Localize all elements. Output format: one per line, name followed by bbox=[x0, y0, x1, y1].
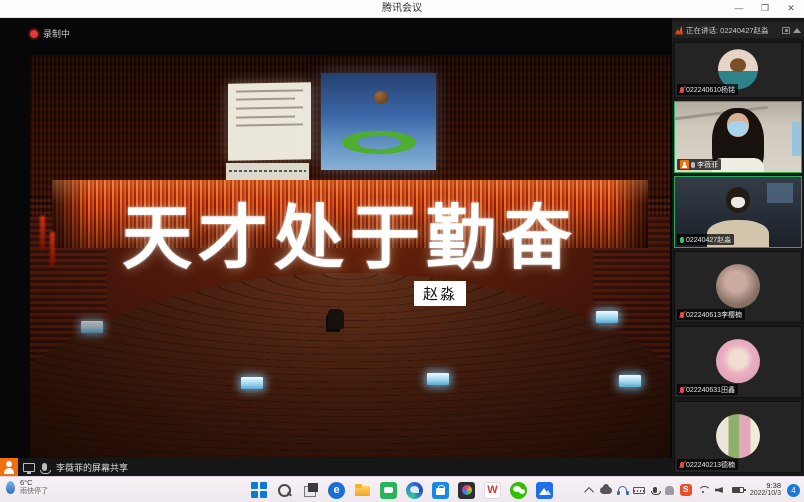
stage-subtitle-text: 天才处于勤奋 bbox=[30, 202, 670, 276]
mic-muted-icon bbox=[680, 387, 684, 393]
window-controls: — ❐ ✕ bbox=[726, 0, 804, 18]
participant-label: 02240427赵淼 bbox=[677, 234, 734, 245]
recording-dot-icon bbox=[30, 30, 38, 38]
participant-name: 022240610杨铭 bbox=[686, 85, 735, 95]
tray-microphone-icon[interactable] bbox=[653, 487, 657, 493]
edge-browser-icon[interactable] bbox=[406, 482, 423, 499]
taskbar-app-icons: e W bbox=[251, 477, 553, 502]
share-bar-label: 李薇菲的屏幕共享 bbox=[56, 461, 128, 474]
clock-date: 2022/10/3 bbox=[750, 490, 781, 498]
mic-on-icon bbox=[680, 237, 684, 243]
recording-label: 录制中 bbox=[43, 27, 70, 40]
close-button[interactable]: ✕ bbox=[778, 0, 804, 18]
microphone-icon bbox=[42, 463, 47, 471]
mic-muted-icon bbox=[680, 312, 684, 318]
speaker-wheelchair bbox=[328, 309, 344, 329]
venue-monitor bbox=[427, 373, 449, 385]
start-button-icon[interactable] bbox=[251, 482, 267, 498]
participant-tile[interactable]: 022240610杨铭 bbox=[674, 42, 802, 98]
wifi-icon[interactable] bbox=[698, 486, 709, 494]
minimize-button[interactable]: — bbox=[726, 0, 752, 18]
mic-muted-icon bbox=[680, 462, 684, 468]
app-window: 腾讯会议 — ❐ ✕ 录制中 bbox=[0, 0, 804, 502]
participant-label: 022240631田鑫 bbox=[677, 384, 738, 395]
projection-screen-simulation bbox=[321, 73, 436, 170]
clock-time: 9:38 bbox=[766, 481, 781, 490]
mic-icon bbox=[691, 162, 695, 168]
hidden-icons-chevron[interactable] bbox=[584, 486, 594, 496]
sharer-person-icon bbox=[0, 458, 18, 476]
task-view-icon[interactable] bbox=[302, 482, 319, 499]
notification-count-badge[interactable]: 4 bbox=[787, 484, 800, 497]
tencent-meeting-icon[interactable] bbox=[536, 482, 553, 499]
microsoft-store-icon[interactable] bbox=[432, 482, 449, 499]
avatar bbox=[716, 339, 760, 383]
volume-icon[interactable] bbox=[715, 487, 723, 493]
browser-e-icon[interactable]: e bbox=[328, 482, 345, 499]
venue-monitor bbox=[81, 321, 103, 333]
file-explorer-icon[interactable] bbox=[354, 482, 371, 499]
clock[interactable]: 9:38 2022/10/3 bbox=[750, 481, 781, 498]
mic-muted-icon bbox=[680, 87, 684, 93]
weather-widget[interactable]: 6°C 雨快停了 bbox=[6, 479, 48, 496]
search-icon[interactable] bbox=[276, 482, 293, 499]
avatar bbox=[716, 414, 760, 458]
restore-button[interactable]: ❐ bbox=[752, 0, 778, 18]
participant-label: 022240613李樱楠 bbox=[677, 309, 745, 320]
photos-app-icon[interactable] bbox=[458, 482, 475, 499]
participants-panel: 正在讲话: 02240427赵淼 022240610杨铭 bbox=[672, 18, 804, 476]
stage-floor bbox=[30, 273, 670, 458]
participant-tile[interactable]: 022240213德楠 bbox=[674, 401, 802, 473]
cloud-sync-icon[interactable] bbox=[600, 487, 612, 494]
active-speaker-bar: 正在讲话: 02240427赵淼 bbox=[672, 22, 804, 38]
keyboard-icon[interactable] bbox=[633, 487, 645, 494]
participant-name: 李薇菲 bbox=[697, 160, 718, 170]
wps-office-icon[interactable]: W bbox=[484, 482, 501, 499]
green-chat-app-icon[interactable] bbox=[380, 482, 397, 499]
sharer-badge-icon bbox=[680, 160, 689, 169]
stage-name-tag: 赵淼 bbox=[414, 281, 466, 306]
s-tray-icon[interactable]: S bbox=[680, 484, 692, 496]
waveform-strip bbox=[226, 163, 309, 180]
venue-monitor bbox=[241, 377, 263, 389]
collapse-panel-icon[interactable] bbox=[793, 28, 801, 33]
participant-tile[interactable]: 02240427赵淼 bbox=[674, 176, 802, 248]
participant-label: 李薇菲 bbox=[677, 159, 721, 170]
sphere-graphic bbox=[374, 91, 388, 104]
participant-name: 022240213德楠 bbox=[686, 460, 735, 470]
participant-tile[interactable]: 022240631田鑫 bbox=[674, 326, 802, 398]
shared-video[interactable]: 天才处于勤奋 赵淼 bbox=[30, 55, 670, 458]
layout-switch-icon[interactable] bbox=[782, 27, 790, 34]
window-title: 腾讯会议 bbox=[0, 0, 804, 18]
battery-icon[interactable] bbox=[732, 487, 744, 493]
weather-rain-icon bbox=[6, 481, 15, 494]
tray-app-icon[interactable] bbox=[665, 486, 674, 495]
venue-monitor bbox=[596, 311, 618, 323]
participant-name: 022240631田鑫 bbox=[686, 385, 735, 395]
weather-description: 雨快停了 bbox=[20, 488, 48, 496]
shared-screen-area: 录制中 天才处于勤奋 赵淼 bbox=[0, 18, 672, 476]
speaking-wave-icon bbox=[675, 26, 683, 35]
screen-share-bar[interactable]: 李薇菲的屏幕共享 bbox=[0, 458, 672, 476]
green-ring-graphic bbox=[342, 131, 416, 154]
participant-label: 022240213德楠 bbox=[677, 459, 738, 470]
recording-indicator: 录制中 bbox=[30, 27, 70, 40]
participant-tile[interactable]: 李薇菲 bbox=[674, 101, 802, 173]
weather-temperature: 6°C bbox=[20, 479, 48, 488]
system-tray: S 9:38 2022/10/3 4 bbox=[587, 477, 800, 502]
wechat-icon[interactable] bbox=[510, 482, 527, 499]
avatar bbox=[716, 264, 760, 308]
participant-name: 022240613李樱楠 bbox=[686, 310, 742, 320]
projection-screen-text bbox=[228, 82, 311, 160]
participant-label: 022240610杨铭 bbox=[677, 84, 738, 95]
participant-tiles: 022240610杨铭 李薇菲 bbox=[674, 42, 802, 473]
windows-taskbar: 6°C 雨快停了 e W S bbox=[0, 476, 804, 502]
headset-icon[interactable] bbox=[618, 486, 627, 494]
title-bar: 腾讯会议 — ❐ ✕ bbox=[0, 0, 804, 18]
venue-monitor bbox=[619, 375, 641, 387]
participant-name: 02240427赵淼 bbox=[686, 235, 731, 245]
participant-tile[interactable]: 022240613李樱楠 bbox=[674, 251, 802, 323]
screen-share-icon bbox=[23, 463, 35, 472]
active-speaker-label: 正在讲话: 02240427赵淼 bbox=[686, 25, 779, 36]
